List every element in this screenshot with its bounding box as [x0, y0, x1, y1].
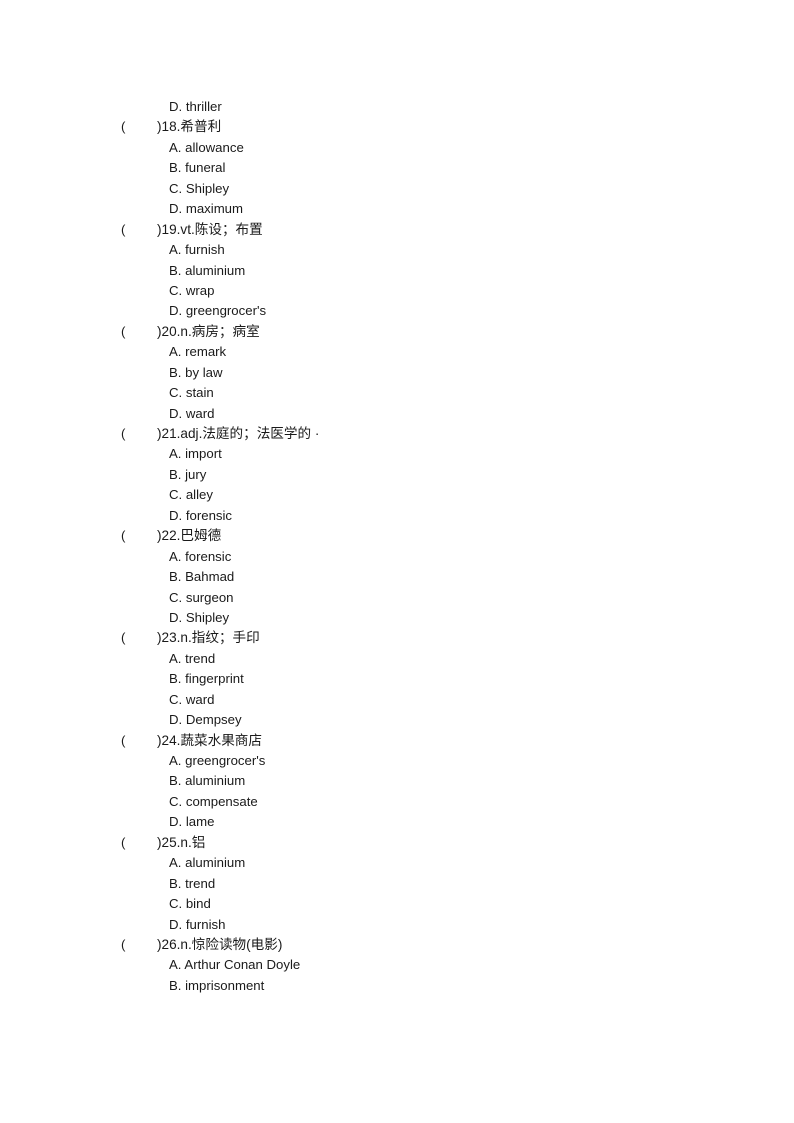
- option-line[interactable]: C. ward: [0, 690, 794, 710]
- option-line[interactable]: A. furnish: [0, 240, 794, 260]
- answer-blank[interactable]: (: [121, 220, 157, 240]
- question-stem: ()20.n.病房；病室: [0, 322, 794, 342]
- option-line[interactable]: A. aluminium: [0, 853, 794, 873]
- option-line[interactable]: C. Shipley: [0, 179, 794, 199]
- option-line[interactable]: B. fingerprint: [0, 669, 794, 689]
- option-line[interactable]: C. stain: [0, 383, 794, 403]
- option-line[interactable]: A. Arthur Conan Doyle: [0, 955, 794, 975]
- answer-blank[interactable]: (: [121, 526, 157, 546]
- option-line[interactable]: C. bind: [0, 894, 794, 914]
- question-stem-text: )19.vt.陈设；布置: [157, 221, 263, 237]
- option-line[interactable]: B. Bahmad: [0, 567, 794, 587]
- question-stem: ()22.巴姆德: [0, 526, 794, 546]
- question-stem-text: )21.adj.法庭的；法医学的 ·: [157, 426, 320, 441]
- question-stem-text: )20.n.病房；病室: [157, 323, 260, 339]
- option-line[interactable]: C. alley: [0, 485, 794, 505]
- option-line[interactable]: D. maximum: [0, 199, 794, 219]
- question-block: ()21.adj.法庭的；法医学的 · A. import B. jury C. al…: [0, 424, 794, 526]
- question-block: ()18.希普利 A. allowance B. funeral C. Shipley…: [0, 117, 794, 219]
- question-stem: ()19.vt.陈设；布置: [0, 220, 794, 240]
- question-block: ()22.巴姆德 A. forensic B. Bahmad C. surgeon D.…: [0, 526, 794, 628]
- option-line[interactable]: B. imprisonment: [0, 976, 794, 996]
- question-stem: ()18.希普利: [0, 117, 794, 137]
- answer-blank[interactable]: (: [121, 731, 157, 751]
- option-line[interactable]: A. greengrocer's: [0, 751, 794, 771]
- option-line[interactable]: D. thriller: [0, 97, 794, 117]
- option-line[interactable]: A. import: [0, 444, 794, 464]
- option-line[interactable]: B. trend: [0, 874, 794, 894]
- option-line[interactable]: D. ward: [0, 404, 794, 424]
- option-line[interactable]: A. forensic: [0, 547, 794, 567]
- option-line[interactable]: D. Dempsey: [0, 710, 794, 730]
- option-line[interactable]: D. furnish: [0, 915, 794, 935]
- question-stem-text: )24.蔬菜水果商店: [157, 732, 262, 748]
- question-stem: ()23.n.指纹；手印: [0, 628, 794, 648]
- question-block: ()19.vt.陈设；布置 A. furnish B. aluminium C. wr…: [0, 220, 794, 322]
- question-block: ()24.蔬菜水果商店 A. greengrocer's B. aluminium C…: [0, 731, 794, 833]
- answer-blank[interactable]: (: [121, 322, 157, 342]
- answer-blank[interactable]: (: [121, 424, 157, 444]
- option-line[interactable]: B. aluminium: [0, 771, 794, 791]
- quiz-question-list: D. thriller()18.希普利 A. allowance B. funera…: [0, 97, 794, 996]
- question-stem-text: )23.n.指纹；手印: [157, 630, 260, 646]
- question-stem-text: )18.希普利: [157, 119, 222, 135]
- option-line[interactable]: A. remark: [0, 342, 794, 362]
- question-stem: ()21.adj.法庭的；法医学的 ·: [0, 424, 794, 444]
- option-line[interactable]: D. greengrocer's: [0, 301, 794, 321]
- question-stem: ()25.n.铝: [0, 833, 794, 853]
- option-line[interactable]: B. jury: [0, 465, 794, 485]
- answer-blank[interactable]: (: [121, 628, 157, 648]
- question-stem: ()26.n.惊险读物(电影): [0, 935, 794, 955]
- question-stem-text: )22.巴姆德: [157, 528, 222, 544]
- question-block: ()20.n.病房；病室 A. remark B. by law C. stain D.…: [0, 322, 794, 424]
- option-line[interactable]: B. by law: [0, 363, 794, 383]
- option-line[interactable]: D. lame: [0, 812, 794, 832]
- option-line[interactable]: C. wrap: [0, 281, 794, 301]
- option-line[interactable]: A. allowance: [0, 138, 794, 158]
- worksheet-page: D. thriller()18.希普利 A. allowance B. funera…: [0, 0, 794, 1123]
- answer-blank[interactable]: (: [121, 935, 157, 955]
- option-line[interactable]: D. Shipley: [0, 608, 794, 628]
- option-line[interactable]: C. surgeon: [0, 588, 794, 608]
- answer-blank[interactable]: (: [121, 117, 157, 137]
- question-block: ()25.n.铝 A. aluminium B. trend C. bind D. fu…: [0, 833, 794, 935]
- option-line[interactable]: D. forensic: [0, 506, 794, 526]
- option-line[interactable]: C. compensate: [0, 792, 794, 812]
- question-block: ()23.n.指纹；手印 A. trend B. fingerprint C. war…: [0, 628, 794, 730]
- option-line[interactable]: B. funeral: [0, 158, 794, 178]
- question-block: ()26.n.惊险读物(电影) A. Arthur Conan Doyle B. i…: [0, 935, 794, 996]
- answer-blank[interactable]: (: [121, 833, 157, 853]
- option-line[interactable]: A. trend: [0, 649, 794, 669]
- question-stem-text: )26.n.惊险读物(电影): [157, 936, 283, 952]
- question-stem-text: )25.n.铝: [157, 834, 206, 850]
- question-stem: ()24.蔬菜水果商店: [0, 731, 794, 751]
- option-line[interactable]: B. aluminium: [0, 261, 794, 281]
